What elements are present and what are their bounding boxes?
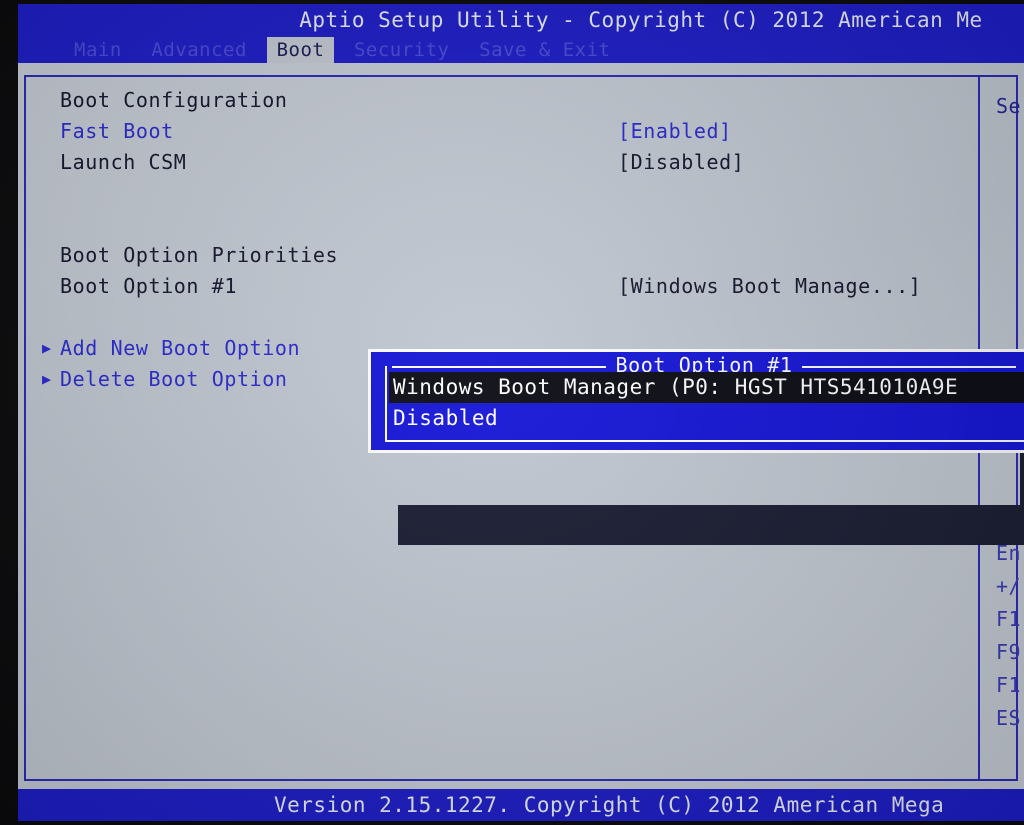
monitor-photo-frame: Aptio Setup Utility - Copyright (C) 2012…: [0, 0, 1024, 825]
setting-label: Boot Option #1: [60, 274, 237, 298]
help-key-legend: En +/ F1 F9 F1 ES: [996, 537, 1024, 735]
setting-row-boot-option-1[interactable]: Boot Option #1 [Windows Boot Manage...]: [42, 271, 972, 302]
tab-advanced[interactable]: Advanced: [141, 37, 257, 63]
triangle-right-icon: ▶: [42, 370, 52, 388]
version-status-bar: Version 2.15.1227. Copyright (C) 2012 Am…: [18, 789, 1024, 821]
help-description: Se: [996, 91, 1024, 122]
boot-option-popup[interactable]: Boot Option #1 Windows Boot Manager (P0:…: [368, 349, 1024, 453]
bios-setup-screen: Aptio Setup Utility - Copyright (C) 2012…: [18, 4, 1024, 821]
help-description-text: Se: [996, 94, 1022, 118]
triangle-right-icon: ▶: [42, 339, 52, 357]
section-label: Boot Option Priorities: [60, 243, 339, 267]
help-key-f10: F1: [996, 673, 1022, 697]
section-header-boot-configuration: Boot Configuration: [42, 85, 972, 116]
setting-label: Fast Boot: [60, 119, 174, 143]
help-key-plus-minus: +/: [996, 574, 1022, 598]
popup-drop-shadow: [398, 505, 1024, 545]
window-title: Aptio Setup Utility - Copyright (C) 2012…: [299, 8, 983, 32]
tab-security[interactable]: Security: [344, 37, 460, 63]
menu-tab-bar[interactable]: Main Advanced Boot Security Save & Exit: [18, 37, 1024, 63]
setting-value[interactable]: [Disabled]: [618, 147, 744, 178]
tab-save-exit[interactable]: Save & Exit: [469, 37, 620, 63]
setting-value[interactable]: [Enabled]: [618, 116, 732, 147]
popup-option-windows-boot-manager[interactable]: Windows Boot Manager (P0: HGST HTS541010…: [389, 372, 1024, 403]
setting-label: Launch CSM: [60, 150, 187, 174]
popup-option-disabled[interactable]: Disabled: [389, 403, 1024, 434]
popup-option-list[interactable]: Windows Boot Manager (P0: HGST HTS541010…: [389, 372, 1024, 434]
setting-value[interactable]: [Windows Boot Manage...]: [618, 271, 921, 302]
help-key-esc: ES: [996, 706, 1022, 730]
help-key-f9: F9: [996, 640, 1022, 664]
version-text: Version 2.15.1227. Copyright (C) 2012 Am…: [274, 793, 945, 817]
setting-row-fast-boot[interactable]: Fast Boot [Enabled]: [42, 116, 972, 147]
menu-item-label: Delete Boot Option: [60, 367, 288, 391]
section-label: Boot Configuration: [60, 88, 288, 112]
help-key-f1: F1: [996, 607, 1022, 631]
tab-main[interactable]: Main: [64, 37, 132, 63]
menu-item-label: Add New Boot Option: [60, 336, 301, 360]
title-bar: Aptio Setup Utility - Copyright (C) 2012…: [18, 4, 1024, 37]
tab-boot[interactable]: Boot: [266, 37, 335, 63]
main-body: Boot Configuration Fast Boot [Enabled] L…: [18, 63, 1024, 789]
section-header-boot-option-priorities: Boot Option Priorities: [42, 240, 972, 271]
setting-row-launch-csm[interactable]: Launch CSM [Disabled]: [42, 147, 972, 178]
